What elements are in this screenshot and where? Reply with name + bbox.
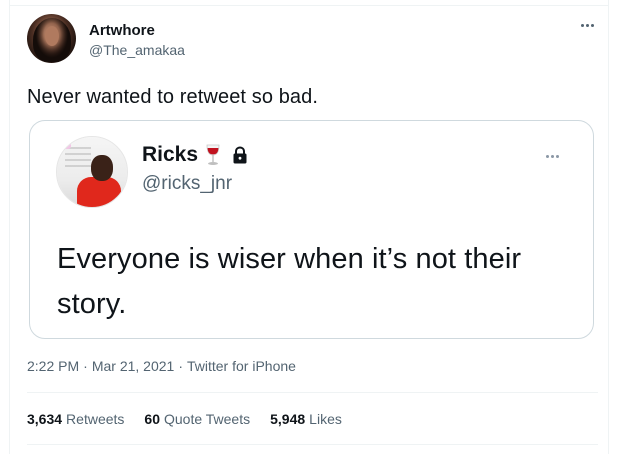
tweet-detail-view: Artwhore @The_amakaa Never wanted to ret… <box>0 0 618 454</box>
avatar-head <box>91 155 113 181</box>
more-horizontal-icon-dot <box>585 23 589 27</box>
stats-divider-bottom <box>27 444 598 445</box>
top-border <box>9 5 609 6</box>
wine-glass-icon <box>206 144 220 165</box>
quote-tweets-stat[interactable]: 60 Quote Tweets <box>144 411 250 427</box>
retweets-label: Retweets <box>66 411 125 427</box>
likes-stat[interactable]: 5,948 Likes <box>270 411 342 427</box>
avatar-shelf <box>65 147 91 169</box>
more-horizontal-icon <box>545 154 549 158</box>
retweets-count: 3,634 <box>27 411 63 427</box>
avatar-face <box>45 26 59 46</box>
stats-divider-top <box>27 392 598 393</box>
right-border <box>608 0 609 454</box>
meta-separator: · <box>83 358 88 374</box>
tweet-source[interactable]: Twitter for iPhone <box>187 358 296 374</box>
tweet-time[interactable]: 2:22 PM <box>27 358 79 374</box>
quoted-author-name-row: Ricks <box>142 143 248 167</box>
quote-tweets-count: 60 <box>144 411 160 427</box>
more-horizontal-icon-dot <box>555 154 559 158</box>
tweet-date[interactable]: Mar 21, 2021 <box>92 358 175 374</box>
retweets-stat[interactable]: 3,634 Retweets <box>27 411 124 427</box>
more-horizontal-icon-dot <box>590 23 594 27</box>
tweet-timestamp: 2:22 PM · Mar 21, 2021 · Twitter for iPh… <box>27 358 296 374</box>
left-border <box>9 0 10 454</box>
quoted-author-avatar[interactable] <box>56 136 128 208</box>
lock-icon <box>233 146 247 164</box>
likes-count: 5,948 <box>270 411 306 427</box>
more-horizontal-icon-dot <box>550 154 554 158</box>
quote-tweets-label: Quote Tweets <box>163 411 251 427</box>
avatar-shirt <box>77 177 121 207</box>
author-display-name[interactable]: Artwhore <box>89 22 155 39</box>
quoted-author-display-name[interactable]: Ricks <box>142 143 198 167</box>
meta-separator: · <box>178 358 183 374</box>
quoted-tweet-card[interactable]: Ricks @ricks_jnr Everyone is wiser when … <box>29 120 594 339</box>
more-options-button[interactable] <box>576 16 598 34</box>
tweet-text: Never wanted to retweet so bad. <box>27 86 319 108</box>
quoted-tweet-text: Everyone is wiser when it’s not their st… <box>57 243 522 320</box>
more-horizontal-icon <box>580 23 584 27</box>
author-avatar[interactable] <box>27 14 76 63</box>
quoted-author-handle[interactable]: @ricks_jnr <box>142 173 232 195</box>
likes-label: Likes <box>309 411 342 427</box>
avatar-decor <box>61 139 71 149</box>
author-handle[interactable]: @The_amakaa <box>89 42 185 58</box>
quoted-more-options <box>541 151 563 161</box>
tweet-stats: 3,634 Retweets 60 Quote Tweets 5,948 Lik… <box>27 411 342 427</box>
tweet-header: Artwhore @The_amakaa <box>27 14 598 66</box>
